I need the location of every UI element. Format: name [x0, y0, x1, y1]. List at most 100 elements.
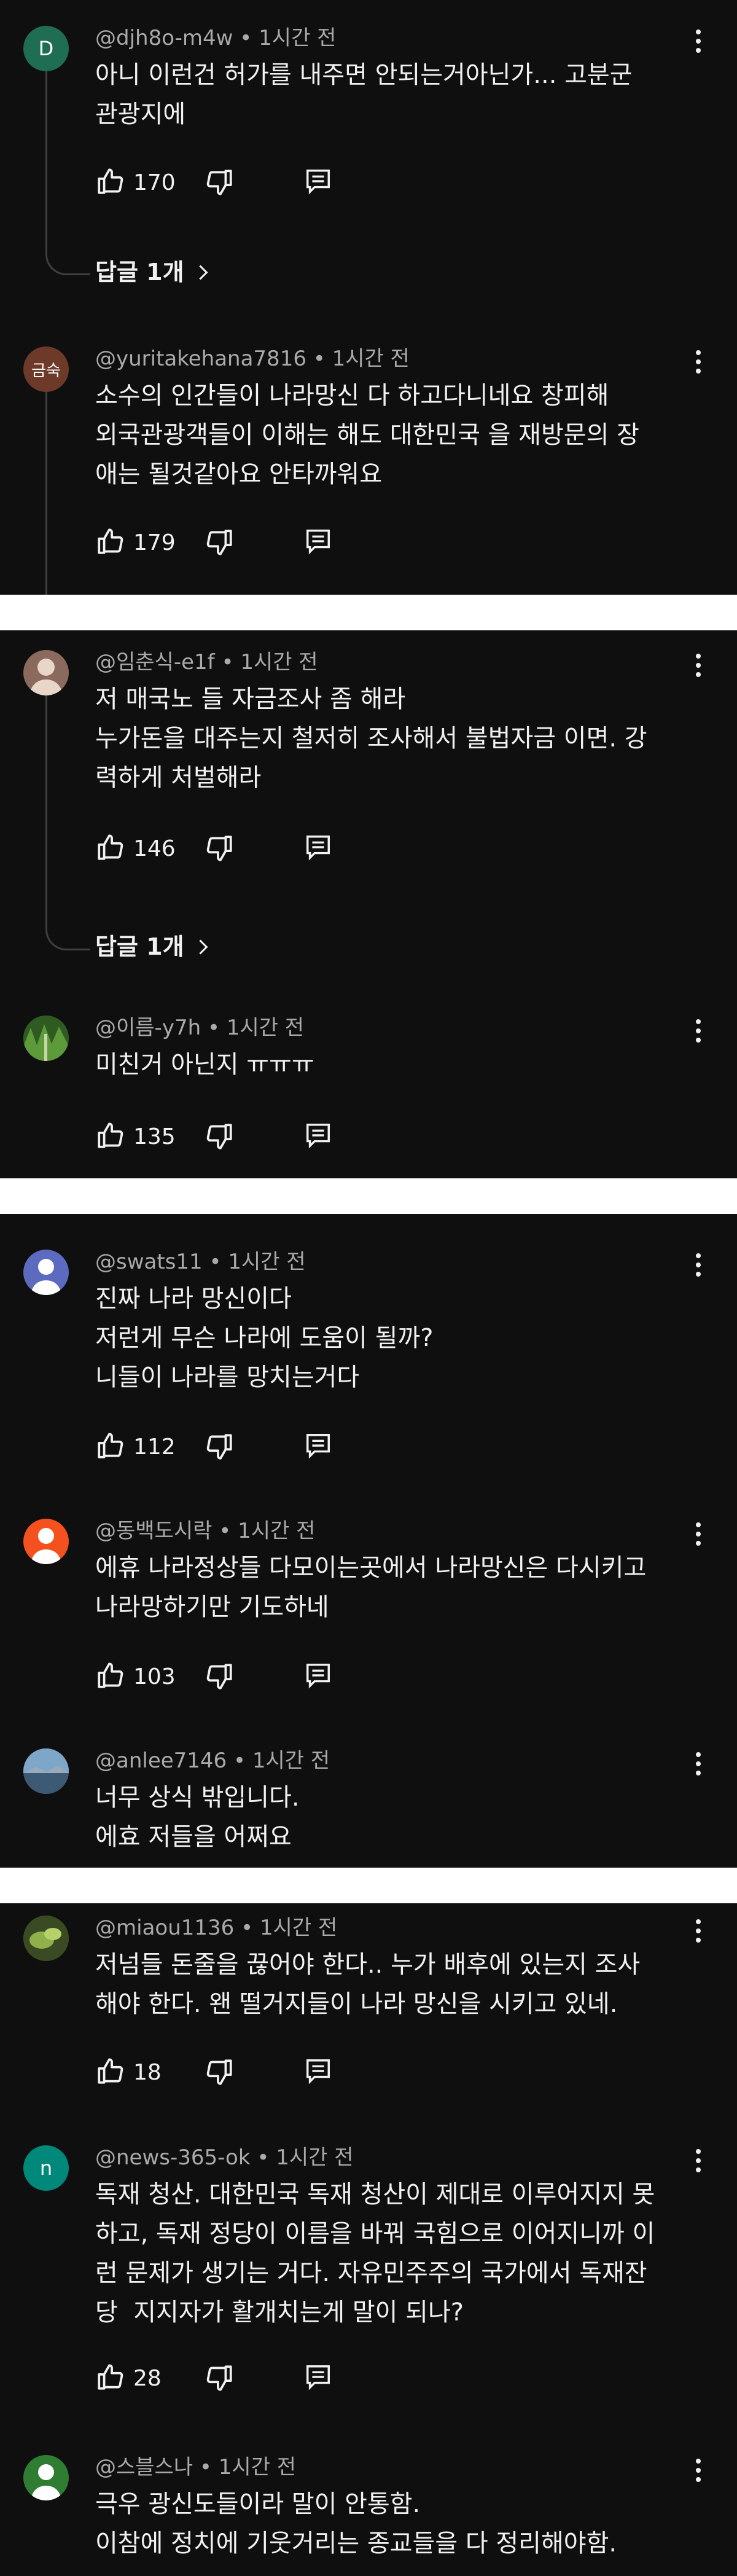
timestamp: 1시간 전	[332, 346, 410, 371]
divider	[0, 1868, 737, 1903]
more-vert-icon[interactable]	[695, 29, 701, 57]
thumbs-down-icon[interactable]	[204, 2057, 235, 2088]
thumbs-up-icon[interactable]	[95, 1660, 126, 1691]
avatar[interactable]	[23, 650, 69, 695]
avatar[interactable]	[23, 1916, 69, 1961]
thumbs-down-icon[interactable]	[204, 1121, 235, 1152]
timestamp: 1시간 전	[259, 26, 337, 50]
chevron-right-icon	[193, 265, 208, 280]
landscape-photo-avatar	[23, 1748, 69, 1794]
comment-meta: @anlee7146 • 1시간 전	[95, 1748, 330, 1773]
comment-text: 진짜 나라 망신이다 저런게 무슨 나라에 도움이 될까? 니들이 나라를 망치…	[95, 1285, 434, 1392]
more-vert-icon[interactable]	[695, 2149, 701, 2176]
person-silhouette-icon	[31, 1528, 61, 1564]
author-name[interactable]: @news-365-ok	[95, 2145, 251, 2170]
reply-comment-icon[interactable]	[304, 1431, 332, 1460]
reply-comment-icon[interactable]	[304, 833, 332, 861]
divider	[0, 1178, 737, 1214]
like-count: 146	[133, 836, 176, 861]
thumbs-up-icon[interactable]	[95, 1430, 126, 1461]
timestamp: 1시간 전	[228, 1250, 306, 1274]
avatar[interactable]	[23, 1519, 69, 1564]
thumbs-down-icon[interactable]	[204, 527, 235, 558]
thumbs-up-icon[interactable]	[95, 1120, 126, 1151]
author-name[interactable]: @임춘식-e1f	[95, 650, 215, 675]
timestamp: 1시간 전	[240, 650, 318, 675]
author-name[interactable]: @yuritakehana7816	[95, 346, 306, 371]
thumbs-down-icon[interactable]	[204, 2363, 235, 2394]
reply-comment-icon[interactable]	[304, 2057, 332, 2085]
author-name[interactable]: @동백도시락	[95, 1519, 212, 1543]
comment-meta: @djh8o-m4w • 1시간 전	[95, 26, 337, 50]
divider	[0, 595, 737, 630]
avatar[interactable]	[23, 1016, 69, 1061]
thumbs-down-icon[interactable]	[204, 833, 235, 864]
comment-actions: 146	[95, 832, 464, 866]
comment-text: 소수의 인간들이 나라망신 다 하고다니네요 창피해 외국관광객들이 이해는 해…	[95, 382, 639, 488]
more-vert-icon[interactable]	[695, 2459, 701, 2486]
like-count: 103	[133, 1664, 176, 1689]
more-vert-icon[interactable]	[695, 1752, 701, 1779]
thumbs-down-icon[interactable]	[204, 1431, 235, 1462]
reply-comment-icon[interactable]	[304, 1661, 332, 1689]
reply-comment-icon[interactable]	[304, 2363, 332, 2391]
avatar[interactable]	[23, 1748, 69, 1794]
comment-panel: @임춘식-e1f • 1시간 전 저 매국노 들 자금조사 좀 해라 누가돈을 …	[0, 630, 737, 1178]
comment-panel: D @djh8o-m4w • 1시간 전 아니 이런건 허가를 내주면 안되는거…	[0, 0, 737, 595]
like-count: 18	[133, 2060, 162, 2085]
comment-meta: @이름-y7h • 1시간 전	[95, 1016, 305, 1040]
comment-actions: 103	[95, 1660, 464, 1694]
view-replies-button[interactable]: 답글 1개	[95, 258, 208, 286]
avatar[interactable]: 금숙	[23, 346, 69, 392]
person-silhouette-icon	[31, 2464, 61, 2500]
thumbs-up-icon[interactable]	[95, 2362, 126, 2392]
person-silhouette-icon	[31, 1259, 61, 1295]
thumbs-up-icon[interactable]	[95, 526, 126, 557]
timestamp: 1시간 전	[259, 1916, 338, 1940]
author-name[interactable]: @djh8o-m4w	[95, 26, 233, 50]
more-vert-icon[interactable]	[695, 654, 701, 681]
more-vert-icon[interactable]	[695, 1522, 701, 1549]
author-name[interactable]: @anlee7146	[95, 1748, 227, 1773]
author-name[interactable]: @swats11	[95, 1250, 203, 1274]
thumbs-down-icon[interactable]	[204, 167, 235, 198]
comment-text: 극우 광신도들이라 말이 안통함. 이참에 정치에 기웃거리는 종교들을 다 정…	[95, 2490, 617, 2558]
comment-meta: @news-365-ok • 1시간 전	[95, 2145, 354, 2170]
avatar[interactable]	[23, 1250, 69, 1295]
author-name[interactable]: @스블스나	[95, 2455, 193, 2480]
more-vert-icon[interactable]	[695, 1019, 701, 1046]
comment-actions: 135	[95, 1120, 464, 1154]
reply-comment-icon[interactable]	[304, 167, 332, 195]
comment-meta: @swats11 • 1시간 전	[95, 1250, 306, 1274]
comment-text: 너무 상식 밖입니다. 에효 저들을 어쩌요	[95, 1783, 300, 1851]
timestamp: 1시간 전	[218, 2455, 297, 2480]
more-vert-icon[interactable]	[695, 1253, 701, 1280]
more-vert-icon[interactable]	[695, 1919, 701, 1946]
comment-meta: @yuritakehana7816 • 1시간 전	[95, 346, 410, 371]
reply-comment-icon[interactable]	[304, 1121, 332, 1149]
avatar[interactable]: D	[23, 26, 69, 71]
avatar[interactable]	[23, 2455, 69, 2500]
view-replies-button[interactable]: 답글 1개	[95, 933, 208, 961]
more-vert-icon[interactable]	[695, 350, 701, 377]
reply-comment-icon[interactable]	[304, 527, 332, 555]
comment-meta: @스블스나 • 1시간 전	[95, 2455, 297, 2480]
author-name[interactable]: @miaou1136	[95, 1916, 234, 1940]
comment-actions: 28	[95, 2362, 464, 2396]
comment-meta: @miaou1136 • 1시간 전	[95, 1916, 338, 1940]
comment-text: 에휴 나라정상들 다모이는곳에서 나라망신은 다시키고 나라망하기만 기도하네	[95, 1554, 647, 1621]
timestamp: 1시간 전	[238, 1519, 316, 1543]
thumbs-up-icon[interactable]	[95, 832, 126, 863]
comment-text: 저 매국노 들 자금조사 좀 해라 누가돈을 대주는지 철저히 조사해서 불법자…	[95, 685, 647, 792]
comment-text: 아니 이런건 허가를 내주면 안되는거아닌가... 고분군 관광지에	[95, 61, 633, 128]
like-count: 135	[133, 1124, 176, 1149]
like-count: 179	[133, 530, 176, 555]
thumbs-down-icon[interactable]	[204, 1661, 235, 1692]
thread-curve	[45, 924, 90, 950]
author-name[interactable]: @이름-y7h	[95, 1016, 201, 1040]
thread-line	[45, 681, 47, 924]
avatar[interactable]: n	[23, 2145, 69, 2191]
thumbs-up-icon[interactable]	[95, 2056, 126, 2086]
thumbs-up-icon[interactable]	[95, 166, 126, 197]
timestamp: 1시간 전	[252, 1748, 330, 1773]
